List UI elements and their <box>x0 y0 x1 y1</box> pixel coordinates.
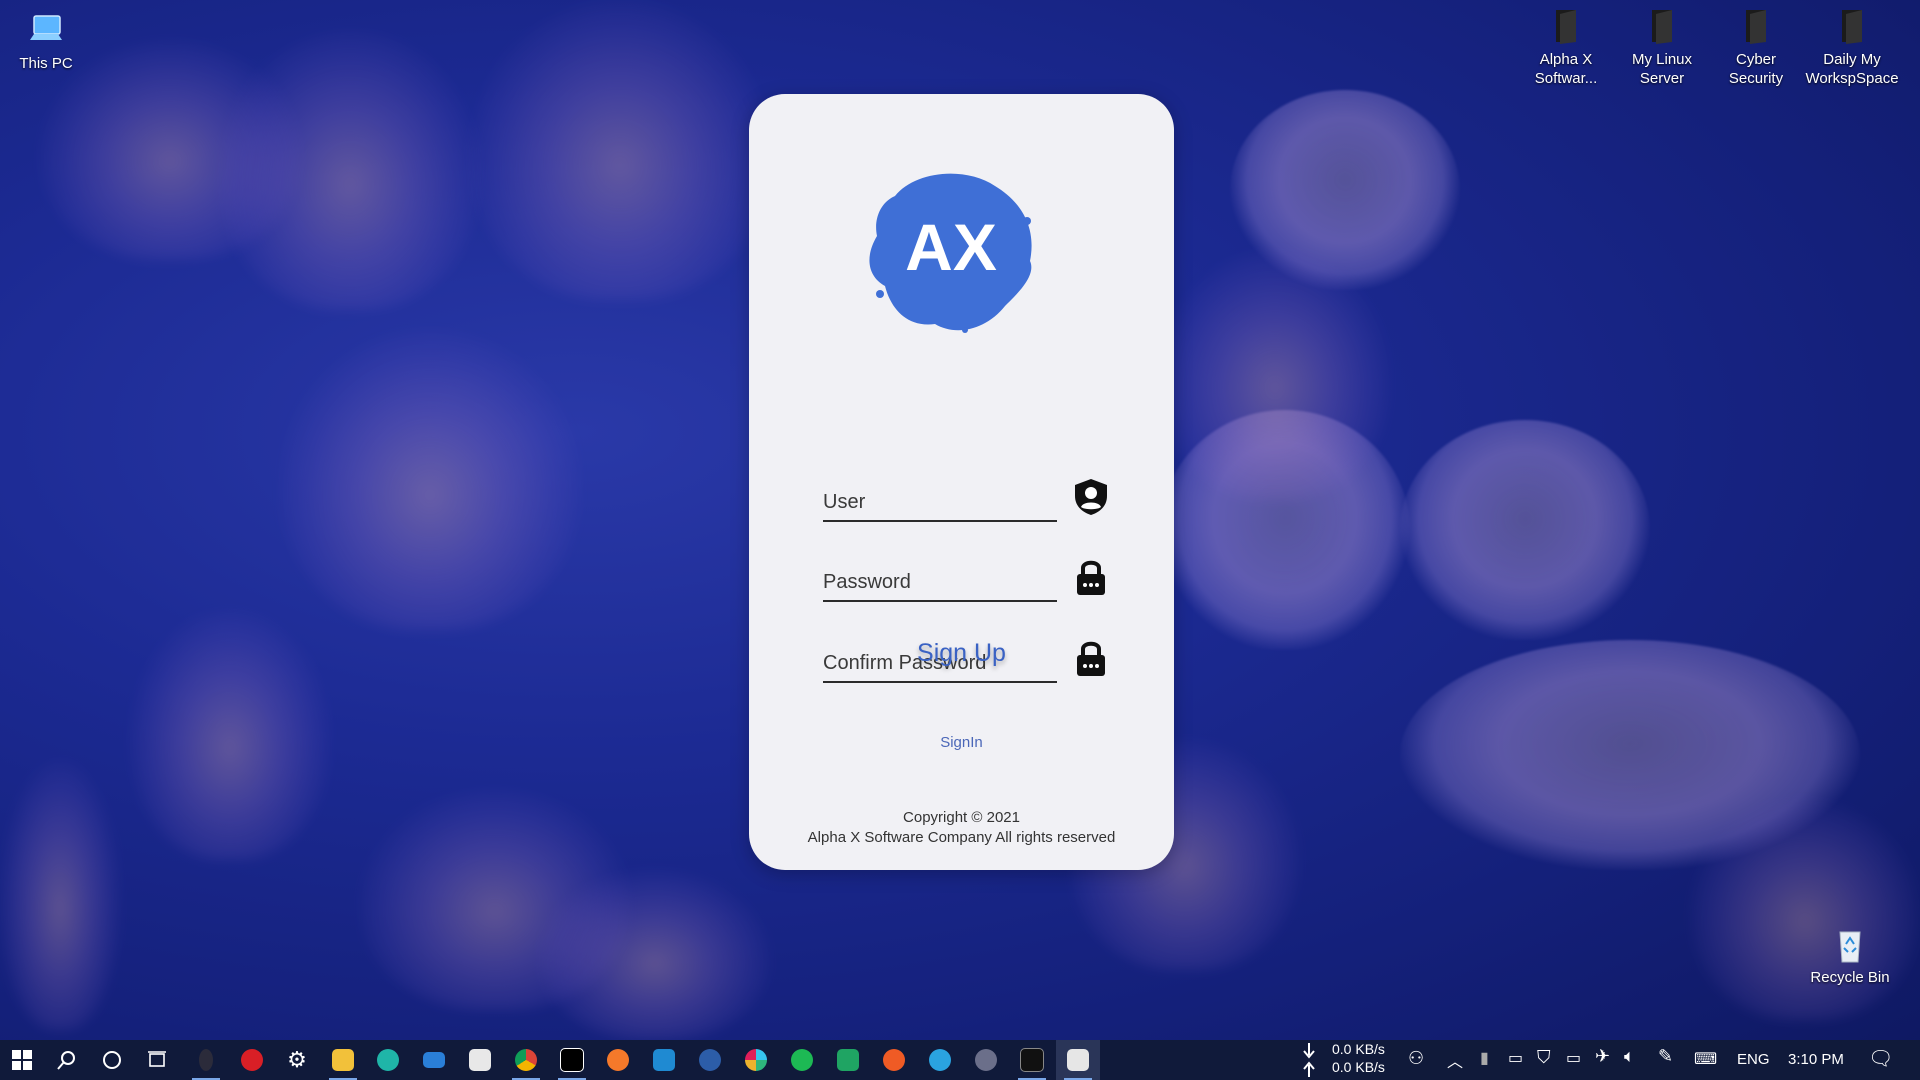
taskbar-app-file-explorer[interactable] <box>321 1040 365 1080</box>
volume-icon[interactable]: 🔈︎ <box>1624 1046 1635 1067</box>
desktop-icon-label: This PC <box>19 55 73 72</box>
security-shield-icon[interactable]: ⛉ <box>1537 1047 1551 1068</box>
taskbar-app-vscode[interactable] <box>642 1040 686 1080</box>
desktop-icon-this-pc[interactable]: This PC <box>0 10 94 73</box>
people-icon[interactable]: ⚇ <box>1408 1048 1424 1069</box>
desktop-icon-label: Cyber Security <box>1728 51 1784 87</box>
taskbar-app-chrome[interactable] <box>504 1040 548 1080</box>
desktop-icon-daily-my-workspace[interactable]: Daily My WorkspSpace <box>1804 6 1900 88</box>
postman-icon <box>883 1049 905 1071</box>
copyright-notice: Copyright © 2021 Alpha X Software Compan… <box>749 808 1174 848</box>
folder-icon <box>332 1049 354 1071</box>
taskbar-app-telegram[interactable] <box>918 1040 962 1080</box>
desktop-icon-label: Daily My WorkspSpace <box>1805 51 1899 87</box>
desktop-icon-label: My Linux Server <box>1631 51 1693 87</box>
taskbar-app-settings[interactable]: ⚙ <box>275 1040 319 1080</box>
taskbar-app-mail[interactable] <box>412 1040 456 1080</box>
taskbar-app-calc[interactable] <box>826 1040 870 1080</box>
antivirus-icon <box>241 1049 263 1071</box>
store-icon <box>469 1049 491 1071</box>
battery-icon[interactable]: ▭ <box>1566 1048 1581 1068</box>
taskbar-app-tor-browser[interactable] <box>184 1040 228 1080</box>
clock[interactable]: 3:10 PM <box>1788 1051 1844 1068</box>
cortana-icon <box>103 1051 121 1069</box>
keyboard-icon[interactable]: ⌨ <box>1694 1049 1717 1069</box>
recycle-bin-icon <box>1839 931 1861 963</box>
meet-now-icon[interactable]: ▭ <box>1508 1048 1523 1068</box>
edge-icon <box>377 1049 399 1071</box>
signup-card: AX Sign Up SignIn Copyright © 2021 Alpha… <box>749 94 1174 870</box>
chevron-up-icon[interactable]: ︿ <box>1447 1048 1463 1072</box>
sign-up-button[interactable]: Sign Up <box>749 639 1174 668</box>
spotify-icon <box>791 1049 813 1071</box>
windows-icon <box>12 1050 32 1070</box>
terminal-icon <box>1020 1048 1044 1072</box>
folder-icon <box>1842 10 1862 44</box>
taskbar-app-obs[interactable] <box>964 1040 1008 1080</box>
slack-icon <box>745 1049 767 1071</box>
vscode-icon <box>653 1049 675 1071</box>
password-field[interactable] <box>823 556 1057 602</box>
blender-icon <box>607 1049 629 1071</box>
taskbar: ⚙ 0.0 KB/s 0.0 KB/s ⚇ ︿ ▮ ▭ ⛉ ▭ ✈ 🔈︎ ✎ ⌨… <box>0 1040 1920 1080</box>
password-input[interactable] <box>823 571 1053 594</box>
download-arrow-icon <box>1303 1043 1315 1059</box>
taskbar-app-intellij[interactable] <box>550 1040 594 1080</box>
folder-icon <box>1652 10 1672 44</box>
desktop-icon-my-linux-server[interactable]: My Linux Server <box>1614 6 1710 88</box>
cortana-button[interactable] <box>90 1040 134 1080</box>
logo-text: AX <box>905 210 997 284</box>
app-logo: AX <box>869 173 1032 333</box>
java-icon <box>1067 1049 1089 1071</box>
task-view-icon <box>148 1051 166 1067</box>
network-upload-speed: 0.0 KB/s <box>1332 1059 1385 1075</box>
taskbar-app-edge[interactable] <box>366 1040 410 1080</box>
search-button[interactable] <box>45 1040 89 1080</box>
sign-in-link[interactable]: SignIn <box>749 734 1174 751</box>
gear-icon: ⚙ <box>287 1047 307 1072</box>
copyright-line: Copyright © 2021 <box>903 809 1020 826</box>
word-icon <box>699 1049 721 1071</box>
taskbar-app-blender[interactable] <box>596 1040 640 1080</box>
desktop-icon-recycle-bin[interactable]: Recycle Bin <box>1802 924 1898 987</box>
copyright-line: Alpha X Software Company All rights rese… <box>807 829 1116 846</box>
username-input[interactable] <box>823 491 1053 514</box>
telegram-icon <box>929 1049 951 1071</box>
intellij-icon <box>560 1048 584 1072</box>
task-view-button[interactable] <box>135 1040 179 1080</box>
language-indicator[interactable]: ENG <box>1737 1051 1770 1068</box>
obs-icon <box>975 1049 997 1071</box>
desktop-icon-label: Alpha X Softwar... <box>1534 51 1598 87</box>
upload-arrow-icon <box>1303 1061 1315 1077</box>
tor-browser-icon <box>199 1049 213 1071</box>
taskbar-app-terminal[interactable] <box>1010 1040 1054 1080</box>
username-field[interactable] <box>823 476 1057 522</box>
folder-icon <box>1746 10 1766 44</box>
network-download-speed: 0.0 KB/s <box>1332 1041 1385 1057</box>
mail-icon <box>423 1052 445 1068</box>
lock-icon <box>1077 560 1105 595</box>
taskbar-app-store[interactable] <box>458 1040 502 1080</box>
search-icon <box>57 1051 75 1070</box>
start-button[interactable] <box>0 1040 44 1080</box>
folder-icon <box>1556 10 1576 44</box>
user-shield-icon <box>1075 479 1107 515</box>
taskbar-app-postman[interactable] <box>872 1040 916 1080</box>
taskbar-app-wps[interactable] <box>688 1040 732 1080</box>
notification-center-icon[interactable]: 🗨︎ <box>1868 1046 1893 1071</box>
taskbar-app-java[interactable] <box>1056 1040 1100 1080</box>
tray-app-icon[interactable]: ▮ <box>1480 1048 1489 1068</box>
desktop-icon-label: Recycle Bin <box>1810 969 1890 986</box>
spreadsheet-icon <box>837 1049 859 1071</box>
airplane-mode-icon[interactable]: ✈ <box>1595 1046 1610 1067</box>
pen-icon[interactable]: ✎ <box>1658 1046 1673 1067</box>
desktop-icon-cyber-security[interactable]: Cyber Security <box>1708 6 1804 88</box>
taskbar-app-spotify[interactable] <box>780 1040 824 1080</box>
chrome-icon <box>515 1049 537 1071</box>
desktop-icon-alpha-x-software[interactable]: Alpha X Softwar... <box>1518 6 1614 88</box>
computer-icon <box>30 15 62 40</box>
taskbar-app-antivirus[interactable] <box>230 1040 274 1080</box>
taskbar-app-slack[interactable] <box>734 1040 778 1080</box>
